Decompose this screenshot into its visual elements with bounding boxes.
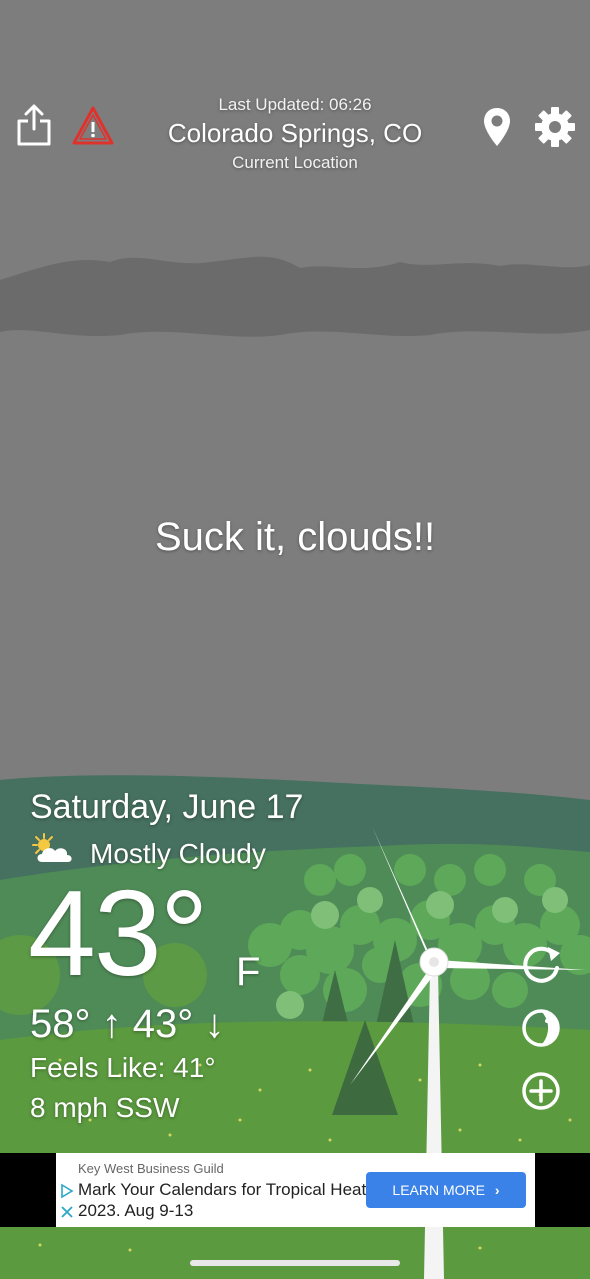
settings-button[interactable] <box>534 106 576 148</box>
weather-tagline: Suck it, clouds!! <box>154 515 436 559</box>
theme-button[interactable] <box>520 1007 562 1049</box>
location-button[interactable] <box>482 106 512 148</box>
ad-sponsor: Key West Business Guild <box>78 1161 224 1176</box>
home-indicator[interactable] <box>190 1260 400 1266</box>
wind-label: 8 mph SSW <box>30 1092 180 1123</box>
scenery-background <box>0 0 590 1279</box>
ad-close-icon[interactable] <box>60 1205 74 1224</box>
ad-text[interactable]: Mark Your Calendars for Tropical Heat 20… <box>78 1179 368 1221</box>
refresh-button[interactable] <box>520 943 562 985</box>
location-pin-icon <box>484 108 510 146</box>
ad-cta-label: LEARN MORE <box>392 1182 485 1198</box>
ad-learn-more-button[interactable]: LEARN MORE › <box>366 1172 526 1208</box>
theme-icon <box>522 1009 560 1047</box>
add-icon <box>522 1072 560 1110</box>
refresh-icon <box>523 946 560 983</box>
current-temperature: 43° <box>28 865 208 1001</box>
current-location-label: Current Location <box>232 153 358 172</box>
chevron-right-icon: › <box>494 1182 500 1198</box>
ad-banner[interactable]: Key West Business Guild Mark Your Calend… <box>56 1153 535 1227</box>
high-low-temperature: 58° ↑ 43° ↓ <box>30 1002 225 1046</box>
add-location-button[interactable] <box>520 1070 562 1112</box>
feels-like-label: Feels Like: 41° <box>30 1052 216 1083</box>
gear-icon <box>535 107 575 147</box>
date-label: Saturday, June 17 <box>30 788 304 826</box>
ad-choices-icon[interactable] <box>60 1183 74 1204</box>
temperature-unit-toggle[interactable]: F <box>236 950 260 995</box>
